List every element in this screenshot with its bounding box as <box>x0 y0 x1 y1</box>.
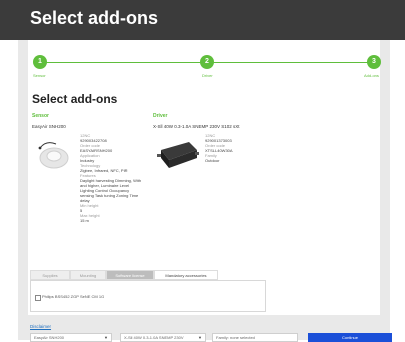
continue-button[interactable]: Continue <box>308 333 392 342</box>
page-title: Select add-ons <box>32 92 118 106</box>
driver-image <box>157 142 199 168</box>
step-1-dot[interactable]: 1 <box>33 55 47 69</box>
header-title: Select add-ons <box>30 8 159 28</box>
sensor-image <box>38 142 69 169</box>
sensor-select-value: EasyAir SNH200 <box>34 335 65 340</box>
sensor-name: EasyAir SNH200 <box>32 124 66 129</box>
step-3-dot[interactable]: 3 <box>367 55 381 69</box>
sensor-spec-maxheight-key: Max height <box>80 213 100 218</box>
tab-mounting[interactable]: Mounting <box>70 270 106 280</box>
driver-specs: 12NC 929001373003 Order code XTSLL40W30A… <box>205 133 275 163</box>
disclaimer-link[interactable]: Disclaimer <box>30 324 51 329</box>
sensor-specs: 12NC 929003422708 Order code EASYAIRSNH2… <box>80 133 142 223</box>
sensor-spec-maxheight: 15 m <box>80 218 89 223</box>
chevron-down-icon: ▼ <box>198 335 202 340</box>
accessory-checkbox[interactable] <box>35 295 41 301</box>
tab-mandatory-accessories[interactable]: Mandatory accessories <box>154 270 218 280</box>
step-2-label: Driver <box>202 73 213 78</box>
driver-select[interactable]: X-Sll 40W 0.3-1.0A SNEMP 230V ▼ <box>120 333 206 342</box>
step-3-label: Add-ons <box>364 73 379 78</box>
family-select-value: Family: none selected <box>216 335 255 340</box>
driver-spec-family: Outdoor <box>205 158 220 163</box>
driver-name: X-Sll 40W 0.3-1.0A SNEMP 230V S102 sXt <box>153 124 240 129</box>
sensor-spec-minheight-key: Min height <box>80 203 99 208</box>
family-select[interactable]: Family: none selected <box>212 333 298 342</box>
sensor-spec-features: Daylight harvesting Dimming, With and hi… <box>80 178 142 203</box>
step-2-dot[interactable]: 2 <box>200 55 214 69</box>
tab-software-license[interactable]: Software license <box>106 270 154 280</box>
driver-select-value: X-Sll 40W 0.3-1.0A SNEMP 230V <box>124 335 184 340</box>
sensor-select[interactable]: EasyAir SNH200 ▼ <box>30 333 112 342</box>
chevron-down-icon: ▼ <box>104 335 108 340</box>
sensor-section-title: Sensor <box>32 113 49 119</box>
accessory-checkbox-label[interactable]: Philips BSS452 ZGP SeNE CM 1G <box>42 294 104 299</box>
step-1-label: Sensor <box>33 73 46 78</box>
driver-section-title: Driver <box>153 113 168 119</box>
tab-supplies[interactable]: Supplies <box>30 270 70 280</box>
